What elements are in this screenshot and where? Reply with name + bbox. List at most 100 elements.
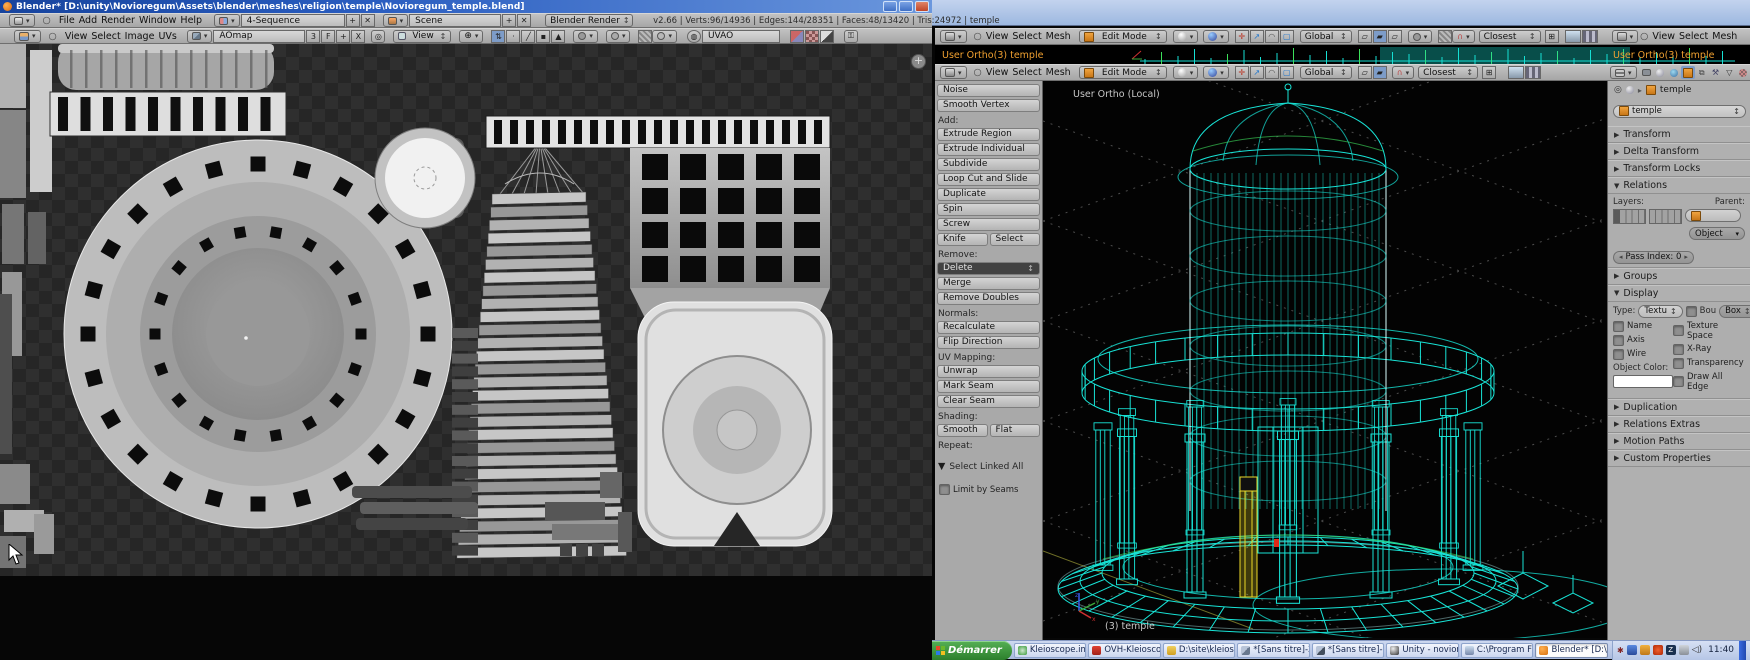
object-color-swatch[interactable] (1613, 374, 1673, 388)
edge-select-icon[interactable]: ╱ (521, 29, 536, 43)
taskbar-button-unity[interactable]: Unity - novioreg... (1386, 642, 1459, 658)
volume-tray-icon[interactable]: ◁) (1692, 645, 1702, 655)
tool-noise[interactable]: Noise (937, 84, 1040, 97)
object-data-tab-icon[interactable]: ▽ (1722, 66, 1736, 79)
wire-checkbox[interactable] (1613, 348, 1624, 360)
menu-render[interactable]: Render (99, 15, 137, 26)
paint-icon-2[interactable] (804, 29, 819, 43)
layers-grid-right[interactable] (1649, 209, 1682, 224)
pivot-selector[interactable]: ⊕ ▾ (459, 29, 484, 43)
front-layers-icon-2[interactable]: ▰ (1372, 66, 1387, 79)
panel-delta-transform[interactable]: ▶ Delta Transform (1608, 143, 1750, 160)
texture-space-checkbox[interactable] (1673, 325, 1684, 336)
back-mode-selector[interactable]: Edit Mode ↕ (1078, 30, 1167, 43)
proportional-edit-selector[interactable]: ▾ (605, 29, 631, 43)
paint-icon-3[interactable] (819, 29, 834, 43)
new-image-button[interactable]: + (336, 29, 351, 43)
front-render-image-icon[interactable] (1508, 66, 1525, 79)
delete-scene-button[interactable]: ✕ (517, 14, 532, 27)
parent-type-selector[interactable]: Object ▾ (1689, 227, 1745, 240)
props-editor-type-selector[interactable]: ▾ (1610, 66, 1637, 79)
back2-collapse-menus-icon[interactable]: ○ (1638, 31, 1650, 42)
editor-type-selector[interactable]: ▾ (9, 14, 35, 27)
uv-editor-canvas[interactable]: + (0, 44, 932, 576)
panel-custom-properties[interactable]: ▶ Custom Properties (1608, 449, 1750, 467)
render-tab-icon[interactable] (1640, 66, 1654, 79)
taskbar-button-program-files[interactable]: C:\Program Files... (1460, 642, 1534, 658)
front-menu-select[interactable]: Select (1010, 67, 1043, 78)
uv-menu-image[interactable]: Image (123, 31, 157, 42)
tool-knife-select[interactable]: Select (989, 233, 1040, 246)
tool-shade-smooth[interactable]: Smooth (937, 424, 988, 437)
tool-knife[interactable]: Knife (937, 233, 988, 246)
paint-icon-1[interactable] (789, 29, 804, 43)
tool-shade-flat[interactable]: Flat (989, 424, 1040, 437)
tool-loop-cut[interactable]: Loop Cut and Slide (937, 173, 1040, 186)
front-snap-element-selector[interactable]: ∩ ▾ (1391, 66, 1415, 79)
minimize-button[interactable] (883, 1, 897, 12)
display-transparency-row[interactable]: Transparency (1673, 357, 1745, 369)
front-orientation-selector[interactable]: Global ↕ (1299, 66, 1352, 79)
rotate-manipulator-icon[interactable]: ↗ (1249, 30, 1264, 43)
tool-merge[interactable]: Merge (937, 277, 1040, 290)
screen-layout-name[interactable]: 4-Sequence (240, 14, 345, 27)
taskbar-button-ovh[interactable]: OVH-Kleioscope ... (1088, 642, 1161, 658)
tool-flip-direction[interactable]: Flip Direction (937, 336, 1040, 349)
tool-smooth-vertex[interactable]: Smooth Vertex (937, 99, 1040, 112)
face-select-icon[interactable]: ▪ (536, 29, 551, 43)
image-name-field[interactable]: AOmap (213, 29, 306, 43)
scene-tab-icon[interactable] (1653, 66, 1667, 79)
limit-by-seams-row[interactable]: Limit by Seams (939, 484, 1040, 495)
tool-subdivide[interactable]: Subdivide (937, 158, 1040, 171)
fake-user-button[interactable]: F (321, 29, 336, 43)
front-menu-mesh[interactable]: Mesh (1044, 67, 1073, 78)
xray-checkbox[interactable] (1673, 343, 1684, 355)
arc-manipulator-icon[interactable]: ◠ (1264, 30, 1279, 43)
uv-menu-select[interactable]: Select (89, 31, 122, 42)
panel-duplication[interactable]: ▶ Duplication (1608, 398, 1750, 416)
render-anim-icon[interactable] (1581, 30, 1598, 43)
add-scene-button[interactable]: + (502, 14, 517, 27)
front-scale-icon[interactable]: ▢ (1279, 66, 1294, 79)
front-collapse-menus-icon[interactable]: ○ (972, 67, 984, 78)
back2-menu-select[interactable]: Select (1677, 31, 1710, 42)
delete-layout-button[interactable]: ✕ (360, 14, 375, 27)
back-collapse-menus-icon[interactable]: ○ (972, 31, 984, 42)
snap-peel-icon[interactable]: ⊞ (1544, 30, 1559, 43)
window-titlebar[interactable]: Blender* [D:\unity\Novioregum\Assets\ble… (0, 0, 932, 13)
render-image-icon[interactable] (1564, 30, 1581, 43)
operator-panel-header[interactable]: ▼ Select Linked All (938, 459, 1039, 474)
panel-relations[interactable]: ▼ Relations (1608, 177, 1750, 194)
front-pivot-selector[interactable]: ▾ (1203, 66, 1229, 79)
transparency-checkbox[interactable] (1673, 357, 1684, 369)
back-viewport-strip[interactable]: User Ortho(3) temple User Ortho(3) templ… (935, 45, 1750, 64)
object-tab-icon[interactable] (1680, 66, 1695, 79)
uv-map-name[interactable]: UVAO (701, 29, 780, 43)
start-button[interactable]: Démarrer (932, 640, 1012, 660)
back-menu-mesh[interactable]: Mesh (1044, 31, 1073, 42)
display-type-selector[interactable]: Textu ↕ (1638, 304, 1683, 318)
tool-clear-seam[interactable]: Clear Seam (937, 395, 1040, 408)
uv-editor-type-selector[interactable]: ▾ (14, 29, 41, 43)
draw-all-edges-checkbox[interactable] (1673, 376, 1684, 387)
front-layers-icon-1[interactable]: ▱ (1357, 66, 1372, 79)
scale-manipulator-icon[interactable]: ▢ (1279, 30, 1294, 43)
region-expand-icon[interactable]: + (911, 54, 926, 69)
taskbar-button-sans-titre-2[interactable]: *[Sans titre]-32... (1311, 642, 1385, 658)
maximize-button[interactable] (899, 1, 913, 12)
zonealarm-tray-icon[interactable]: Z (1665, 645, 1676, 655)
name-checkbox[interactable] (1613, 320, 1624, 332)
snap-uv-icon[interactable] (638, 29, 653, 43)
add-layout-button[interactable]: + (345, 14, 360, 27)
back2-menu-view[interactable]: View (1650, 31, 1677, 42)
back-shading-selector[interactable]: ▾ (1172, 30, 1199, 43)
front-render-anim-icon[interactable] (1525, 66, 1542, 79)
scene-name[interactable]: Scene (409, 14, 502, 27)
panel-transform-locks[interactable]: ▶ Transform Locks (1608, 160, 1750, 177)
back-orientation-selector[interactable]: Global ↕ (1299, 30, 1352, 43)
taskbar-button-folder[interactable]: D:\site\kleioscop... (1162, 642, 1236, 658)
uv-menu-view[interactable]: View (63, 31, 90, 42)
display-xray-row[interactable]: X-Ray (1673, 343, 1745, 355)
front-shading-selector[interactable]: ▾ (1172, 66, 1199, 79)
back-pivot-selector[interactable]: ▾ (1203, 30, 1229, 43)
